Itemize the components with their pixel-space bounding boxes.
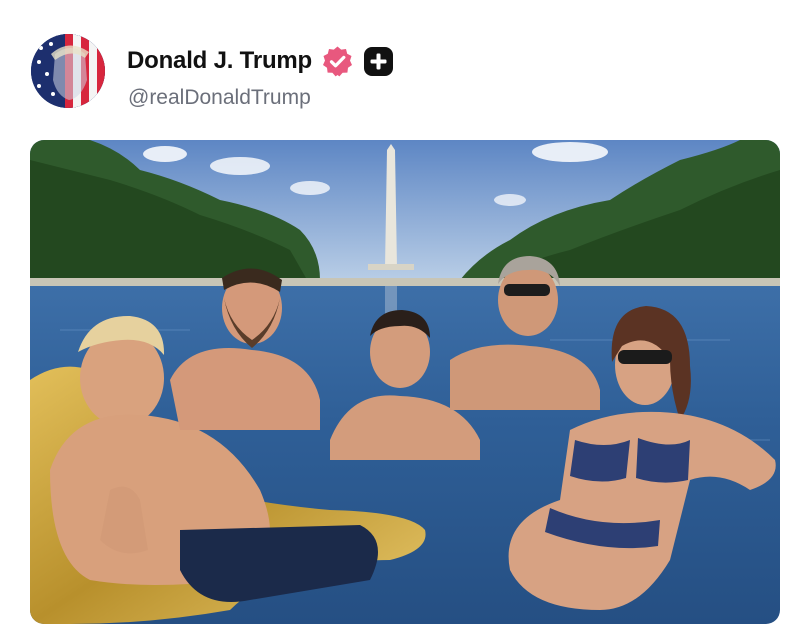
post-photo[interactable] xyxy=(30,140,780,624)
author-handle[interactable]: @realDonaldTrump xyxy=(128,86,311,110)
verified-badge-icon xyxy=(321,45,354,78)
flag-portrait-avatar-icon xyxy=(31,34,105,108)
reflecting-pool-photo-icon xyxy=(30,140,780,624)
plus-badge-icon xyxy=(363,46,394,77)
avatar[interactable] xyxy=(31,34,105,108)
author-name-row: Donald J. Trump xyxy=(127,44,394,78)
author-display-name[interactable]: Donald J. Trump xyxy=(127,47,312,75)
post-header: Donald J. Trump @realDonaldTrump xyxy=(0,0,800,130)
